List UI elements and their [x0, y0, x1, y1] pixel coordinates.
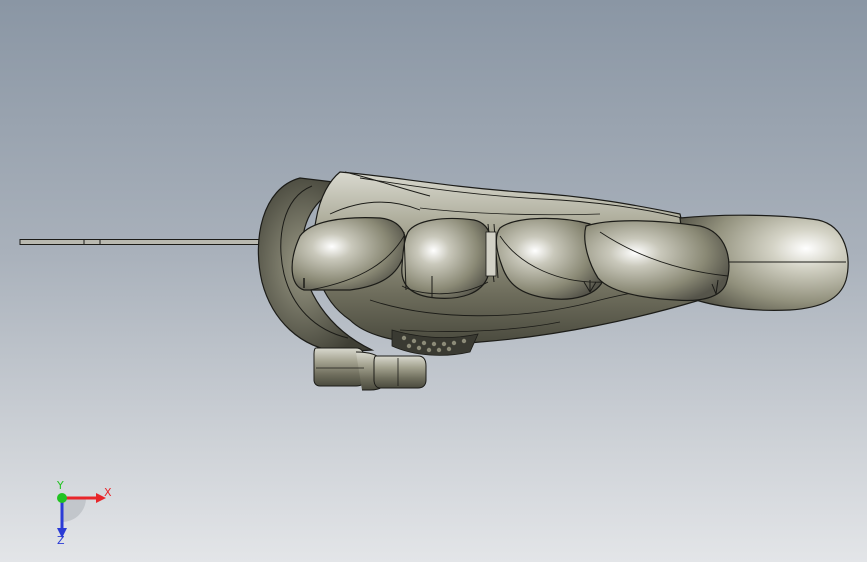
3d-model-view[interactable] — [0, 0, 867, 562]
actuator-pods[interactable] — [313, 347, 427, 391]
z-axis-label: Z — [57, 534, 65, 547]
x-axis-label: X — [104, 486, 112, 499]
y-axis-label: Y — [56, 479, 64, 492]
finger-middle[interactable] — [401, 217, 493, 299]
y-axis-origin — [57, 493, 67, 503]
orientation-triad: X Y Z — [56, 479, 112, 547]
graphics-viewport[interactable]: X Y Z — [0, 0, 867, 562]
